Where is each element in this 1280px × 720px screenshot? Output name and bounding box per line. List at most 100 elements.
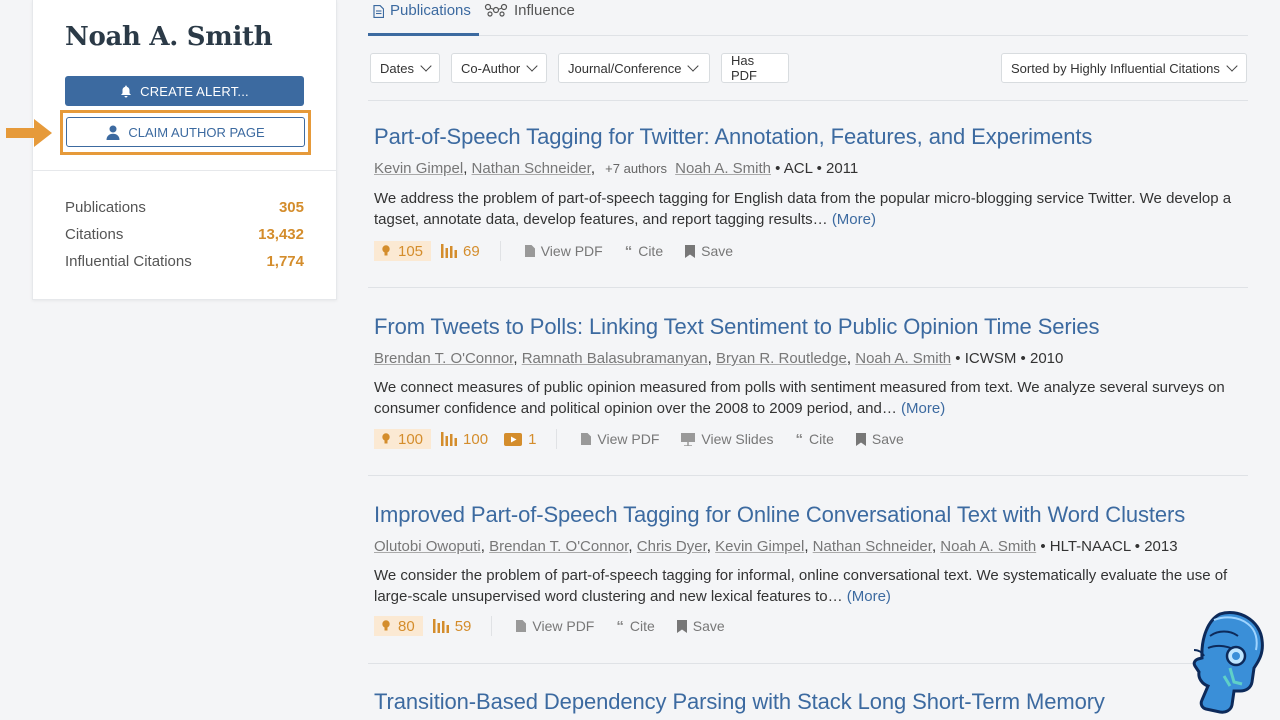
- robot-head-logo: [1192, 611, 1264, 714]
- author-link[interactable]: Brendan T. O'Connor: [489, 538, 628, 555]
- influential-count: 105: [398, 242, 424, 260]
- stat-label: Citations: [65, 226, 124, 243]
- tab-influence[interactable]: Influence: [484, 0, 575, 36]
- author-link[interactable]: Kevin Gimpel: [374, 160, 463, 177]
- journal-filter-label: Journal/Conference: [568, 60, 682, 76]
- paper-authors: Brendan T. O'Connor, Ramnath Balasubrama…: [374, 350, 1064, 367]
- cite-button[interactable]: “ Cite: [796, 431, 834, 448]
- filter-bar: Dates Co-Author Journal/Conference Has P…: [368, 53, 1248, 83]
- lightbulb-icon: [382, 245, 390, 256]
- stat-citations: Citations 13,432: [65, 226, 304, 253]
- author-stats: Publications 305 Citations 13,432 Influe…: [65, 199, 304, 280]
- author-link[interactable]: Bryan R. Routledge: [716, 350, 847, 367]
- arrow-pointer-icon: [6, 119, 52, 147]
- pdf-icon: [524, 245, 535, 257]
- coauthor-filter[interactable]: Co-Author: [451, 53, 547, 83]
- sort-label: Sorted by Highly Influential Citations: [1011, 60, 1220, 76]
- view-pdf-button[interactable]: View PDF: [581, 431, 659, 447]
- view-pdf-button[interactable]: View PDF: [524, 243, 603, 259]
- influential-citations-badge[interactable]: 80: [374, 616, 423, 636]
- sort-dropdown[interactable]: Sorted by Highly Influential Citations: [1001, 53, 1247, 83]
- chevron-down-icon: [526, 60, 538, 72]
- paper-venue: ICWSM: [964, 350, 1017, 367]
- paper-divider: [368, 663, 1248, 664]
- paper-title-link[interactable]: Part-of-Speech Tagging for Twitter: Anno…: [374, 124, 1092, 150]
- action-separator: [556, 429, 558, 449]
- lightbulb-icon: [382, 433, 390, 444]
- filters-divider: [368, 100, 1248, 101]
- bell-icon: [121, 85, 132, 97]
- action-separator: [491, 616, 493, 636]
- citations-stat[interactable]: 59: [432, 618, 471, 635]
- chevron-down-icon: [1226, 60, 1238, 72]
- journal-filter[interactable]: Journal/Conference: [558, 53, 710, 83]
- abstract-text: We address the problem of part-of-speech…: [374, 190, 1232, 228]
- cite-label: Cite: [638, 243, 664, 259]
- chevron-down-icon: [420, 60, 432, 72]
- claim-author-page-label: CLAIM AUTHOR PAGE: [128, 124, 265, 140]
- author-link[interactable]: Nathan Schneider: [472, 160, 591, 177]
- view-pdf-label: View PDF: [540, 243, 603, 259]
- cite-button[interactable]: “ Cite: [616, 618, 654, 635]
- tab-bar: Publications Influence: [368, 0, 1248, 36]
- influential-count: 80: [398, 617, 415, 635]
- author-link[interactable]: Olutobi Owoputi: [374, 538, 481, 555]
- stat-label: Publications: [65, 199, 146, 216]
- lightbulb-icon: [382, 620, 390, 631]
- save-button[interactable]: Save: [855, 431, 904, 447]
- view-pdf-label: View PDF: [532, 618, 595, 634]
- more-authors-link[interactable]: +7 authors: [605, 161, 667, 176]
- author-link[interactable]: Noah A. Smith: [855, 350, 951, 367]
- bookmark-icon: [676, 619, 687, 633]
- has-pdf-filter[interactable]: Has PDF: [721, 53, 789, 83]
- author-link[interactable]: Noah A. Smith: [940, 538, 1036, 555]
- author-link[interactable]: Brendan T. O'Connor: [374, 350, 513, 367]
- influential-citations-badge[interactable]: 105: [374, 241, 432, 261]
- citations-stat[interactable]: 69: [441, 243, 480, 260]
- view-slides-button[interactable]: View Slides: [681, 431, 774, 447]
- bookmark-icon: [685, 244, 696, 258]
- videos-stat[interactable]: 1: [504, 431, 536, 448]
- more-link[interactable]: (More): [901, 400, 945, 417]
- influential-count: 100: [398, 430, 424, 448]
- view-pdf-label: View PDF: [597, 431, 660, 447]
- has-pdf-label: Has PDF: [731, 53, 757, 83]
- tab-publications-label: Publications: [390, 2, 471, 19]
- bar-chart-icon: [432, 619, 449, 633]
- author-link[interactable]: Ramnath Balasubramanyan: [522, 350, 708, 367]
- bookmark-icon: [855, 432, 866, 446]
- stat-influential-citations: Influential Citations 1,774: [65, 253, 304, 280]
- tab-influence-label: Influence: [514, 2, 575, 19]
- author-link[interactable]: Chris Dyer: [637, 538, 707, 555]
- more-link[interactable]: (More): [832, 211, 876, 228]
- cite-label: Cite: [629, 618, 655, 634]
- stat-label: Influential Citations: [65, 253, 192, 270]
- save-label: Save: [692, 618, 725, 634]
- paper-year: 2013: [1144, 538, 1178, 555]
- save-button[interactable]: Save: [676, 618, 725, 634]
- save-button[interactable]: Save: [685, 243, 733, 259]
- citations-stat[interactable]: 100: [441, 431, 488, 448]
- author-link[interactable]: Kevin Gimpel: [715, 538, 804, 555]
- author-link[interactable]: Nathan Schneider: [813, 538, 932, 555]
- citation-count: 100: [463, 430, 489, 448]
- dates-filter-label: Dates: [380, 60, 414, 76]
- claim-author-page-button[interactable]: CLAIM AUTHOR PAGE: [66, 117, 305, 147]
- pdf-icon: [581, 433, 592, 445]
- dates-filter[interactable]: Dates: [370, 53, 440, 83]
- paper-title-link[interactable]: Transition-Based Dependency Parsing with…: [374, 689, 1105, 715]
- more-link[interactable]: (More): [847, 588, 891, 605]
- author-card: Noah A. Smith CREATE ALERT... CLAIM AUTH…: [32, 0, 337, 300]
- paper-abstract: We connect measures of public opinion me…: [374, 377, 1242, 419]
- author-link[interactable]: Noah A. Smith: [675, 160, 771, 177]
- paper-title-link[interactable]: From Tweets to Polls: Linking Text Senti…: [374, 314, 1100, 340]
- view-pdf-button[interactable]: View PDF: [516, 618, 594, 634]
- abstract-text: We consider the problem of part-of-speec…: [374, 567, 1228, 605]
- cite-button[interactable]: “ Cite: [625, 243, 663, 260]
- create-alert-button[interactable]: CREATE ALERT...: [65, 76, 304, 106]
- paper-title-link[interactable]: Improved Part-of-Speech Tagging for Onli…: [374, 502, 1185, 528]
- tab-publications[interactable]: Publications: [368, 0, 479, 36]
- influential-citations-badge[interactable]: 100: [374, 429, 432, 449]
- view-slides-label: View Slides: [701, 431, 774, 447]
- video-icon: [504, 432, 523, 446]
